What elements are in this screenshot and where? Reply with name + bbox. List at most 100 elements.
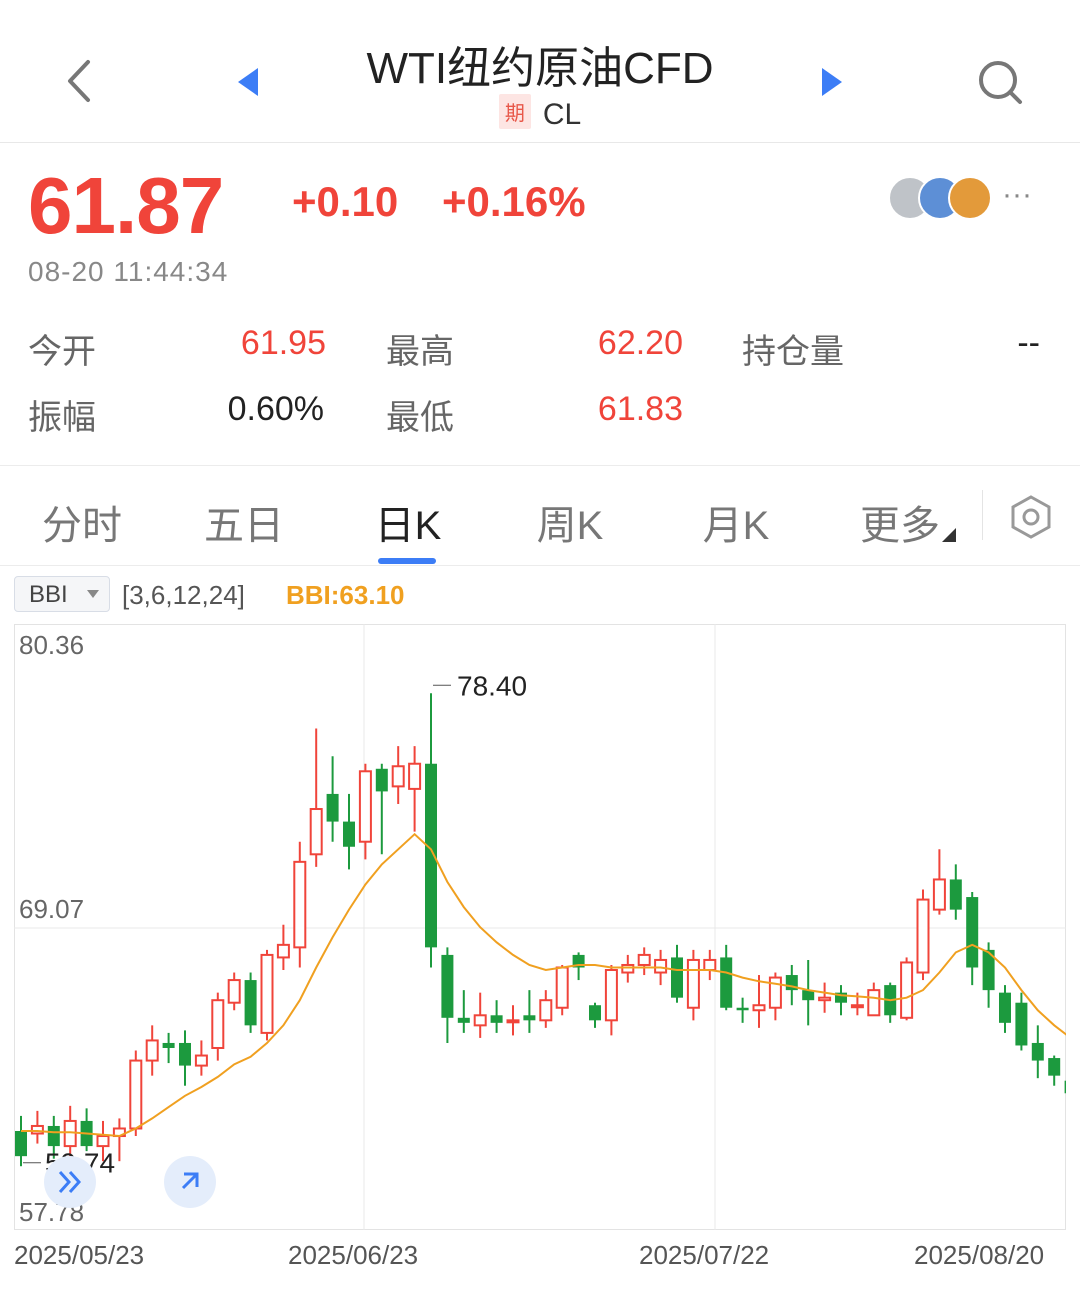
high-value: 62.20: [597, 324, 683, 362]
indicator-select[interactable]: BBI: [14, 576, 110, 612]
candle-body: [179, 1042, 191, 1066]
low-label: 最低: [386, 399, 454, 437]
candle-body: [654, 958, 668, 974]
quote-timestamp: 08-20 11:44:34: [28, 256, 229, 287]
candle-body: [867, 989, 881, 1017]
candle-body: [932, 878, 946, 911]
active-tab-indicator: [378, 558, 436, 564]
futures-badge: 期: [498, 94, 531, 129]
candle-body: [916, 898, 930, 974]
indicator-value: BBI:63.10: [286, 580, 405, 610]
candle-body: [671, 957, 683, 998]
tab-weekly-k[interactable]: 周K: [500, 493, 640, 551]
candle-body: [145, 1039, 159, 1062]
candle-body: [211, 999, 225, 1049]
candle-body: [457, 1017, 470, 1023]
next-icon[interactable]: [820, 66, 844, 98]
candle-body: [227, 979, 241, 1004]
symbol-line: 期 CL: [0, 94, 1080, 132]
candle-body: [96, 1135, 110, 1148]
x-axis-label: 2025/06/23: [288, 1240, 419, 1270]
indicator-name: BBI: [29, 581, 68, 608]
tab-daily-k[interactable]: 日K: [338, 493, 478, 551]
candle-body: [949, 879, 962, 910]
candle-body: [293, 860, 307, 949]
candle-body: [129, 1059, 143, 1130]
more-icon[interactable]: ···: [1002, 178, 1032, 212]
scroll-start-button[interactable]: [44, 1156, 96, 1208]
candle-body: [358, 770, 372, 843]
candle-body: [539, 999, 553, 1022]
candle-body: [506, 1019, 520, 1024]
candle-body: [999, 992, 1011, 1023]
y-axis-label: 80.36: [19, 630, 84, 660]
double-chevron-right-icon: [58, 1170, 82, 1194]
low-value: 61.83: [597, 390, 683, 428]
candle-body: [1031, 1042, 1044, 1061]
indicator-params: [3,6,12,24]: [122, 580, 245, 610]
candle-body: [686, 958, 700, 1009]
x-axis-label: 2025/07/22: [639, 1240, 770, 1270]
candle-body: [523, 1015, 536, 1021]
search-icon[interactable]: [976, 58, 1026, 108]
candle-body: [621, 963, 635, 974]
candle-body: [309, 808, 323, 856]
last-price: 61.87: [28, 161, 224, 250]
candle-body: [1015, 1002, 1028, 1046]
candle-body: [752, 1004, 766, 1012]
divider: [0, 465, 1080, 466]
candle-body: [473, 1014, 487, 1027]
tab-intraday[interactable]: 分时: [12, 493, 152, 551]
price-change: +0.10: [292, 178, 399, 225]
candle-body: [47, 1125, 60, 1147]
expand-icon: [181, 1172, 199, 1190]
amplitude-label: 振幅: [28, 399, 96, 437]
high-label: 最高: [386, 333, 454, 371]
open-value: 61.95: [240, 324, 326, 362]
candle-body: [391, 765, 405, 788]
candle-body: [260, 953, 274, 1034]
open-label: 今开: [28, 333, 96, 371]
amplitude-value: 0.60%: [227, 390, 324, 428]
candle-body: [408, 762, 422, 790]
candle-body: [244, 980, 257, 1026]
candle-body: [276, 943, 290, 959]
price-change-percent: +0.16%: [442, 178, 586, 225]
candle-body: [15, 1131, 27, 1157]
chevron-down-icon: [87, 590, 99, 598]
page-title: WTI纽约原油CFD: [366, 44, 714, 93]
avatar: [948, 176, 992, 220]
symbol-code: CL: [542, 98, 582, 131]
candle-body: [441, 954, 454, 1018]
tab-five-day[interactable]: 五日: [174, 493, 314, 551]
divider: [0, 565, 1080, 566]
y-axis-label: 69.07: [19, 894, 84, 924]
candle-body: [900, 961, 914, 1019]
fullscreen-button[interactable]: [164, 1156, 216, 1208]
candle-body: [375, 768, 388, 792]
tab-monthly-k[interactable]: 月K: [666, 493, 806, 551]
candle-body: [162, 1042, 175, 1048]
candle-body: [326, 793, 339, 822]
candle-body: [1064, 1080, 1066, 1094]
candle-body: [850, 1004, 864, 1009]
x-axis-label: 2025/05/23: [14, 1240, 145, 1270]
avatar-group[interactable]: [888, 176, 992, 220]
kline-chart[interactable]: 80.3669.0757.7878.4059.74: [14, 624, 1066, 1230]
candle-body: [343, 821, 355, 847]
candle-body: [30, 1124, 44, 1135]
tab-more[interactable]: 更多: [830, 493, 970, 551]
candle-body: [637, 953, 651, 966]
candle-body: [703, 958, 717, 972]
open-interest-value: --: [1017, 324, 1040, 362]
candle-body: [1048, 1058, 1061, 1076]
candle-body: [966, 897, 979, 968]
candle-body: [768, 976, 782, 1009]
settings-icon[interactable]: [1008, 494, 1054, 540]
candle-body: [736, 1007, 749, 1011]
chart-frame: [14, 624, 1066, 1230]
candle-body: [589, 1005, 601, 1021]
x-axis-label: 2025/08/20: [914, 1240, 1045, 1270]
candle-body: [555, 966, 569, 1009]
candle-body: [194, 1054, 208, 1067]
